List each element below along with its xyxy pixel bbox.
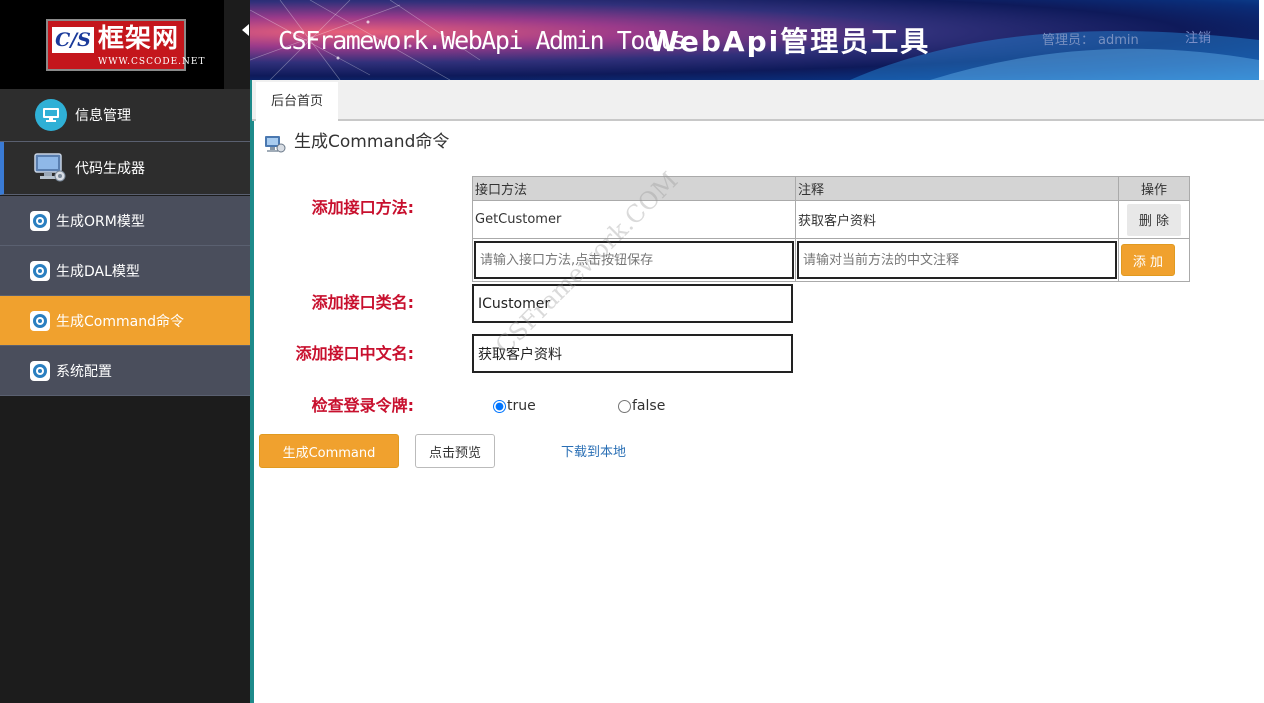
label-cn-name: 添加接口中文名: xyxy=(295,344,414,363)
cell-method-input xyxy=(472,238,796,282)
collapse-sidebar-icon[interactable] xyxy=(242,24,249,36)
gear-icon xyxy=(30,210,50,231)
generate-command-button[interactable]: 生成Command xyxy=(259,434,399,468)
monitor-small-icon xyxy=(264,134,286,154)
comment-input[interactable] xyxy=(797,241,1117,279)
sidebar-item-label: 代码生成器 xyxy=(75,161,145,177)
admin-name: admin xyxy=(1098,33,1139,48)
method-input[interactable] xyxy=(474,241,794,279)
preview-button[interactable]: 点击预览 xyxy=(415,434,495,468)
cell-add: 添 加 xyxy=(1118,238,1190,282)
sidebar-item-system-config[interactable]: 系统配置 xyxy=(0,346,250,396)
radio-true[interactable] xyxy=(493,399,506,413)
tab-bar: 后台首页 xyxy=(252,80,1264,121)
page-title: 生成Command命令 xyxy=(294,132,450,152)
admin-info: 管理员： admin xyxy=(1042,29,1139,48)
sidebar-item-dal-model[interactable]: 生成DAL模型 xyxy=(0,246,250,296)
radio-false-option[interactable]: false xyxy=(618,398,665,414)
radio-true-label: true xyxy=(507,398,536,414)
logo-badge: C/S xyxy=(52,27,94,53)
logo-name: 框架网 xyxy=(98,24,180,54)
gear-icon xyxy=(30,310,50,331)
info-globe-icon xyxy=(35,99,67,131)
download-link[interactable]: 下载到本地 xyxy=(561,441,626,460)
content-left-border xyxy=(250,80,254,703)
label-class-name: 添加接口类名: xyxy=(311,293,414,312)
sidebar-item-orm-model[interactable]: 生成ORM模型 xyxy=(0,196,250,246)
sidebar-item-label: 系统配置 xyxy=(56,363,112,380)
header-comment: 注释 xyxy=(795,176,1119,201)
gear-icon xyxy=(30,260,50,281)
header-title-en: CSFramework.WebApi Admin Tools xyxy=(278,26,686,55)
sidebar-item-info-management[interactable]: 信息管理 xyxy=(0,89,250,142)
add-button[interactable]: 添 加 xyxy=(1121,244,1175,276)
radio-true-option[interactable]: true xyxy=(493,398,536,414)
cell-comment-input xyxy=(795,238,1119,282)
delete-button[interactable]: 删 除 xyxy=(1127,203,1181,236)
header-banner: CSFramework.WebApi Admin Tools WebApi管理员… xyxy=(250,0,1259,80)
sidebar-item-label: 生成Command命令 xyxy=(56,313,184,330)
logo: C/S 框架网 WWW.CSCODE.NET xyxy=(46,19,204,71)
table-row: GetCustomer 获取客户资料 删 除 xyxy=(472,200,1190,239)
cell-action: 删 除 xyxy=(1118,200,1190,239)
admin-label: 管理员： xyxy=(1042,33,1095,48)
header-title-cn: WebApi管理员工具 xyxy=(648,25,931,58)
sidebar: C/S 框架网 WWW.CSCODE.NET 信息管理 代码生成器 生成ORM模… xyxy=(0,0,250,703)
sidebar-item-label: 生成DAL模型 xyxy=(56,263,140,280)
cell-comment: 获取客户资料 xyxy=(795,200,1119,239)
sidebar-item-command[interactable]: 生成Command命令 xyxy=(0,296,250,346)
sidebar-item-code-generator[interactable]: 代码生成器 xyxy=(0,142,250,195)
table-header-row: 接口方法 注释 操作 xyxy=(472,176,1190,201)
label-method: 添加接口方法: xyxy=(311,198,414,217)
tab-home[interactable]: 后台首页 xyxy=(256,82,338,121)
radio-false-label: false xyxy=(632,398,666,414)
logo-url: WWW.CSCODE.NET xyxy=(98,57,206,67)
label-check-token: 检查登录令牌: xyxy=(311,396,414,415)
sidebar-item-label: 信息管理 xyxy=(75,108,131,124)
gear-icon xyxy=(30,360,50,381)
radio-false[interactable] xyxy=(618,399,631,413)
logout-link[interactable]: 注销 xyxy=(1185,27,1211,46)
header-action: 操作 xyxy=(1118,176,1190,201)
sidebar-item-label: 生成ORM模型 xyxy=(56,213,145,230)
monitor-icon xyxy=(33,152,67,184)
logo-area: C/S 框架网 WWW.CSCODE.NET xyxy=(0,0,224,89)
